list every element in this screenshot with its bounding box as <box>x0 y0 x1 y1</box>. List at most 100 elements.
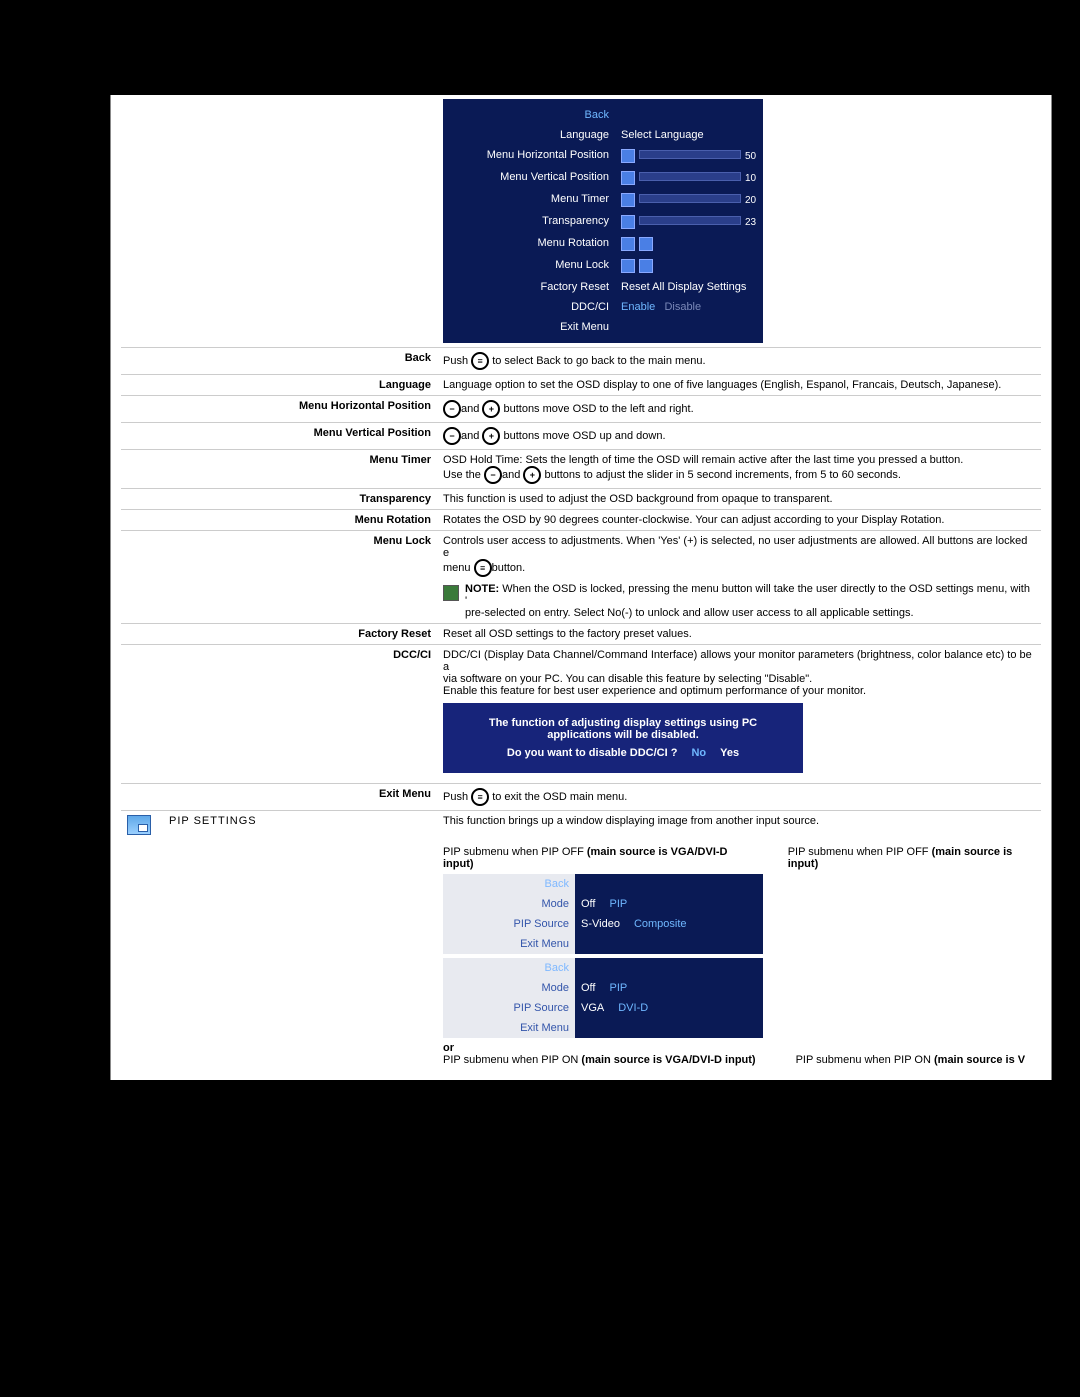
row-vpos-label: Menu Vertical Position <box>285 423 437 450</box>
row-ddcci-label: DCC/CI <box>285 645 437 784</box>
row-back-desc: Push ≡ to select Back to go back to the … <box>437 348 1041 375</box>
text: The function of adjusting display settin… <box>463 717 783 729</box>
osd-screenshot: Back LanguageSelect Language Menu Horizo… <box>443 99 763 343</box>
text: to select Back to go back to the main me… <box>489 355 705 367</box>
pip-source: PIP Source <box>443 998 575 1018</box>
text: Push <box>443 355 471 367</box>
row-transparency-label: Transparency <box>285 489 437 510</box>
pip-src-2: Composite <box>634 918 687 930</box>
row-back-label: Back <box>285 348 437 375</box>
row-timer-label: Menu Timer <box>285 450 437 489</box>
minus-button-icon: − <box>484 466 502 484</box>
plus-button-icon: + <box>482 400 500 418</box>
osd-ddcci: DDC/CI <box>443 297 615 317</box>
text: via software on your PC. You can disable… <box>443 673 1035 685</box>
lock-icon-b <box>639 259 653 273</box>
text: NOTE: <box>465 583 499 595</box>
text: button. <box>492 562 526 574</box>
text: Use the <box>443 469 484 481</box>
note-text: NOTE: When the OSD is locked, pressing t… <box>465 583 1035 619</box>
osd-exit: Exit Menu <box>443 317 615 337</box>
pip-back: Back <box>443 958 575 978</box>
text: buttons move OSD to the left and right. <box>500 403 693 415</box>
osd-hpos: Menu Horizontal Position <box>443 145 615 167</box>
slider-icon <box>621 149 635 163</box>
pip-src-1: VGA <box>581 1002 618 1014</box>
text: applications will be disabled. <box>463 729 783 741</box>
row-rotation-label: Menu Rotation <box>285 510 437 531</box>
text: and <box>461 403 482 415</box>
pip-intro: This function brings up a window display… <box>437 811 1041 843</box>
slider-icon <box>621 193 635 207</box>
document-page: Back LanguageSelect Language Menu Horizo… <box>110 95 1052 1080</box>
text: Controls user access to adjustments. Whe… <box>443 535 1027 559</box>
hpos-value: 50 <box>745 151 756 162</box>
text: Enable this feature for best user experi… <box>443 685 1035 697</box>
row-language-label: Language <box>285 375 437 396</box>
pip-pip: PIP <box>609 898 627 910</box>
text: Push <box>443 791 471 803</box>
vpos-value: 10 <box>745 173 756 184</box>
pip-osd-1: Back ModeOffPIP PIP SourceS-VideoComposi… <box>443 874 763 954</box>
text: Do you want to disable DDC/CI ? <box>507 747 678 759</box>
pip-off: Off <box>581 898 609 910</box>
osd-ddcci-disable: Disable <box>664 301 701 313</box>
text: to exit the OSD main menu. <box>489 791 627 803</box>
minus-button-icon: − <box>443 427 461 445</box>
minus-button-icon: − <box>443 400 461 418</box>
pip-mode: Mode <box>443 978 575 998</box>
hpos-slider <box>639 150 741 159</box>
ddcci-dialog: The function of adjusting display settin… <box>443 703 803 773</box>
row-rotation-desc: Rotates the OSD by 90 degrees counter-cl… <box>437 510 1041 531</box>
row-lock-desc: Controls user access to adjustments. Whe… <box>437 531 1041 624</box>
pip-mode: Mode <box>443 894 575 914</box>
note-icon <box>443 585 459 601</box>
dialog-no: No <box>691 747 706 759</box>
osd-rotation: Menu Rotation <box>443 233 615 255</box>
text: OSD Hold Time: Sets the length of time t… <box>443 454 1035 466</box>
row-hpos-label: Menu Horizontal Position <box>285 396 437 423</box>
pip-or: or <box>443 1042 1035 1054</box>
pip-src-2: DVI-D <box>618 1002 648 1014</box>
pip-exit: Exit Menu <box>443 934 575 954</box>
text: and <box>461 430 482 442</box>
text: menu <box>443 562 474 574</box>
slider-icon <box>621 171 635 185</box>
osd-factory-value: Reset All Display Settings <box>615 277 763 297</box>
row-exit-label: Exit Menu <box>285 784 437 811</box>
pip-icon <box>127 815 151 835</box>
timer-slider <box>639 194 741 203</box>
osd-language: Language <box>443 125 615 145</box>
plus-button-icon: + <box>523 466 541 484</box>
row-lock-label: Menu Lock <box>285 531 437 624</box>
settings-table: Back LanguageSelect Language Menu Horizo… <box>121 95 1041 1070</box>
row-timer-desc: OSD Hold Time: Sets the length of time t… <box>437 450 1041 489</box>
osd-timer: Menu Timer <box>443 189 615 211</box>
row-ddcci-desc: DDC/CI (Display Data Channel/Command Int… <box>437 645 1041 784</box>
pip-src-1: S-Video <box>581 918 634 930</box>
text: (main source is VGA/DVI-D input) <box>581 1054 755 1066</box>
pip-exit: Exit Menu <box>443 1018 575 1038</box>
slider-icon <box>621 215 635 229</box>
transparency-slider <box>639 216 741 225</box>
text: PIP submenu when PIP OFF <box>443 846 587 858</box>
text: PIP submenu when PIP ON <box>796 1054 934 1066</box>
text: PIP submenu when PIP OFF <box>788 846 932 858</box>
menu-button-icon: ≡ <box>471 352 489 370</box>
osd-ddcci-enable: Enable <box>621 301 655 313</box>
pip-osd-2: Back ModeOffPIP PIP SourceVGADVI-D Exit … <box>443 958 763 1038</box>
text: buttons to adjust the slider in 5 second… <box>541 469 901 481</box>
pip-source: PIP Source <box>443 914 575 934</box>
text: DDC/CI (Display Data Channel/Command Int… <box>443 649 1035 673</box>
pip-section-label: PIP SETTINGS <box>163 811 285 843</box>
pip-off: Off <box>581 982 609 994</box>
row-vpos-desc: −and + buttons move OSD up and down. <box>437 423 1041 450</box>
row-language-desc: Language option to set the OSD display t… <box>437 375 1041 396</box>
rotation-icon-a <box>621 237 635 251</box>
osd-factory: Factory Reset <box>443 277 615 297</box>
lock-icon-a <box>621 259 635 273</box>
vpos-slider <box>639 172 741 181</box>
osd-lock: Menu Lock <box>443 255 615 277</box>
osd-transparency: Transparency <box>443 211 615 233</box>
row-transparency-desc: This function is used to adjust the OSD … <box>437 489 1041 510</box>
